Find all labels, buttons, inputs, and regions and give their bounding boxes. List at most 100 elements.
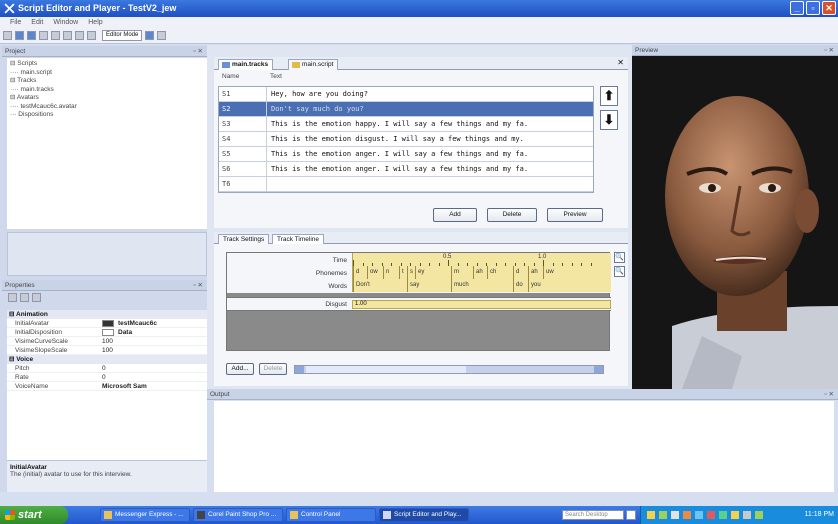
- time-ruler[interactable]: 0.5 1.0: [352, 253, 611, 266]
- preview-button[interactable]: Preview: [547, 208, 603, 222]
- start-button[interactable]: start: [0, 506, 68, 524]
- timeline-delete-button[interactable]: Delete: [259, 363, 287, 375]
- save-icon[interactable]: [27, 31, 36, 40]
- minimize-button[interactable]: _: [790, 1, 804, 15]
- tray-icon[interactable]: [743, 511, 751, 519]
- script-row[interactable]: S1 Hey, how are you doing?: [219, 87, 593, 102]
- tab-main-tracks[interactable]: main.tracks: [218, 59, 274, 70]
- property-category-animation[interactable]: ⊟ Animation: [7, 310, 207, 319]
- move-up-button[interactable]: ⬆: [600, 86, 618, 106]
- move-down-button[interactable]: ⬇: [600, 110, 618, 130]
- maximize-button[interactable]: ▫: [806, 1, 820, 15]
- phoneme-segment[interactable]: t: [399, 266, 404, 279]
- script-row[interactable]: S5 This is the emotion anger. I will say …: [219, 147, 593, 162]
- tray-icon[interactable]: [755, 511, 763, 519]
- word-segment[interactable]: do: [513, 279, 523, 292]
- copy-icon[interactable]: [63, 31, 72, 40]
- save-all-icon[interactable]: [39, 31, 48, 40]
- tree-node-dispositions[interactable]: ··· Dispositions: [10, 111, 204, 120]
- settings-icon[interactable]: [157, 31, 167, 40]
- phoneme-segment[interactable]: d: [513, 266, 519, 279]
- scroll-right-icon[interactable]: [594, 366, 603, 373]
- phoneme-segment[interactable]: ow: [367, 266, 378, 279]
- script-row-text[interactable]: This is the emotion disgust. I will say …: [267, 132, 593, 146]
- property-category-voice[interactable]: ⊟ Voice: [7, 355, 207, 364]
- property-row[interactable]: InitialAvatar testMcauc6c: [7, 319, 207, 328]
- delete-line-button[interactable]: Delete: [487, 208, 537, 222]
- menu-file[interactable]: File: [10, 17, 21, 28]
- add-line-button[interactable]: Add: [433, 208, 477, 222]
- new-file-icon[interactable]: [3, 31, 12, 40]
- script-row[interactable]: S4 This is the emotion disgust. I will sa…: [219, 132, 593, 147]
- tray-icon[interactable]: [683, 511, 691, 519]
- word-segment[interactable]: much: [451, 279, 469, 292]
- phoneme-segment[interactable]: ey: [415, 266, 424, 279]
- script-row-text[interactable]: [267, 177, 593, 191]
- search-icon[interactable]: [626, 510, 636, 520]
- property-row[interactable]: VisimeSlopeScale 100: [7, 346, 207, 355]
- tray-icon[interactable]: [707, 511, 715, 519]
- mode-select[interactable]: Editor Mode: [102, 30, 143, 41]
- taskbar-item-script-editor[interactable]: Script Editor and Play...: [379, 508, 469, 522]
- property-row[interactable]: Rate 0: [7, 373, 207, 382]
- alphabetical-icon[interactable]: [20, 293, 29, 302]
- project-panel-pin-close[interactable]: ▫ ✕: [193, 46, 203, 57]
- taskbar-item-messenger[interactable]: Messenger Express - ...: [100, 508, 190, 522]
- play-icon[interactable]: [145, 31, 155, 40]
- tray-icon[interactable]: [659, 511, 667, 519]
- tray-icon[interactable]: [695, 511, 703, 519]
- phoneme-segment[interactable]: m: [451, 266, 459, 279]
- desktop-search-input[interactable]: Search Desktop: [562, 510, 624, 520]
- scroll-left-icon[interactable]: [295, 366, 304, 373]
- tray-icon[interactable]: [731, 511, 739, 519]
- close-button[interactable]: ✕: [822, 1, 836, 15]
- taskbar-item-control-panel[interactable]: Control Panel: [286, 508, 376, 522]
- tray-icon[interactable]: [671, 511, 679, 519]
- property-row[interactable]: InitialDisposition Data: [7, 328, 207, 337]
- phoneme-segment[interactable]: n: [383, 266, 389, 279]
- menu-edit[interactable]: Edit: [31, 17, 43, 28]
- clock[interactable]: 11:18 PM: [805, 506, 834, 524]
- disgust-curve[interactable]: 1.00: [352, 300, 611, 309]
- zoom-in-icon[interactable]: 🔍: [614, 252, 625, 263]
- output-log[interactable]: [214, 401, 834, 492]
- script-row-text[interactable]: This is the emotion anger. I will say a …: [267, 162, 593, 176]
- property-pages-icon[interactable]: [32, 293, 41, 302]
- word-track[interactable]: Don't say much do you: [352, 279, 611, 292]
- tab-main-script[interactable]: main.script: [288, 59, 339, 70]
- tree-node-tracks[interactable]: ⊟ Tracks: [10, 77, 204, 86]
- script-row[interactable]: S3 This is the emotion happy. I will say …: [219, 117, 593, 132]
- scroll-thumb[interactable]: [306, 366, 466, 373]
- categorized-icon[interactable]: [8, 293, 17, 302]
- property-row[interactable]: VoiceName Microsoft Sam: [7, 382, 207, 391]
- preview-panel-pin-close[interactable]: ▫ ✕: [824, 45, 834, 56]
- tree-node-avatars[interactable]: ⊟ Avatars: [10, 94, 204, 103]
- phoneme-segment[interactable]: ah: [473, 266, 483, 279]
- script-row-text[interactable]: This is the emotion happy. I will say a …: [267, 117, 593, 131]
- phoneme-track[interactable]: d ow n t s ey m ah ch d ah uw: [352, 266, 611, 279]
- zoom-out-icon[interactable]: 🔍: [614, 266, 625, 277]
- tree-node-scripts[interactable]: ⊟ Scripts: [10, 60, 204, 69]
- undo-icon[interactable]: [87, 31, 96, 40]
- properties-panel-pin-close[interactable]: ▫ ✕: [193, 280, 203, 291]
- script-row[interactable]: S2 Don't say much do you?: [219, 102, 593, 117]
- script-row-text[interactable]: Don't say much do you?: [267, 102, 593, 116]
- script-row[interactable]: S6 This is the emotion anger. I will say …: [219, 162, 593, 177]
- phoneme-segment[interactable]: ah: [528, 266, 538, 279]
- open-folder-icon[interactable]: [15, 31, 24, 40]
- timeline-add-button[interactable]: Add...: [226, 363, 254, 375]
- script-row-text[interactable]: This is the emotion anger. I will say a …: [267, 147, 593, 161]
- phoneme-segment[interactable]: uw: [543, 266, 554, 279]
- property-row[interactable]: Pitch 0: [7, 364, 207, 373]
- phoneme-segment[interactable]: d: [353, 266, 359, 279]
- paste-icon[interactable]: [75, 31, 84, 40]
- tray-icon[interactable]: [647, 511, 655, 519]
- tray-icon[interactable]: [719, 511, 727, 519]
- editor-close-icon[interactable]: ✕: [617, 58, 624, 67]
- script-row[interactable]: T6: [219, 177, 593, 192]
- tree-node-main-script[interactable]: ···· main.script: [10, 69, 204, 78]
- word-segment[interactable]: say: [407, 279, 419, 292]
- phoneme-segment[interactable]: s: [407, 266, 413, 279]
- timeline-scrollbar[interactable]: [294, 365, 604, 374]
- menu-window[interactable]: Window: [53, 17, 78, 28]
